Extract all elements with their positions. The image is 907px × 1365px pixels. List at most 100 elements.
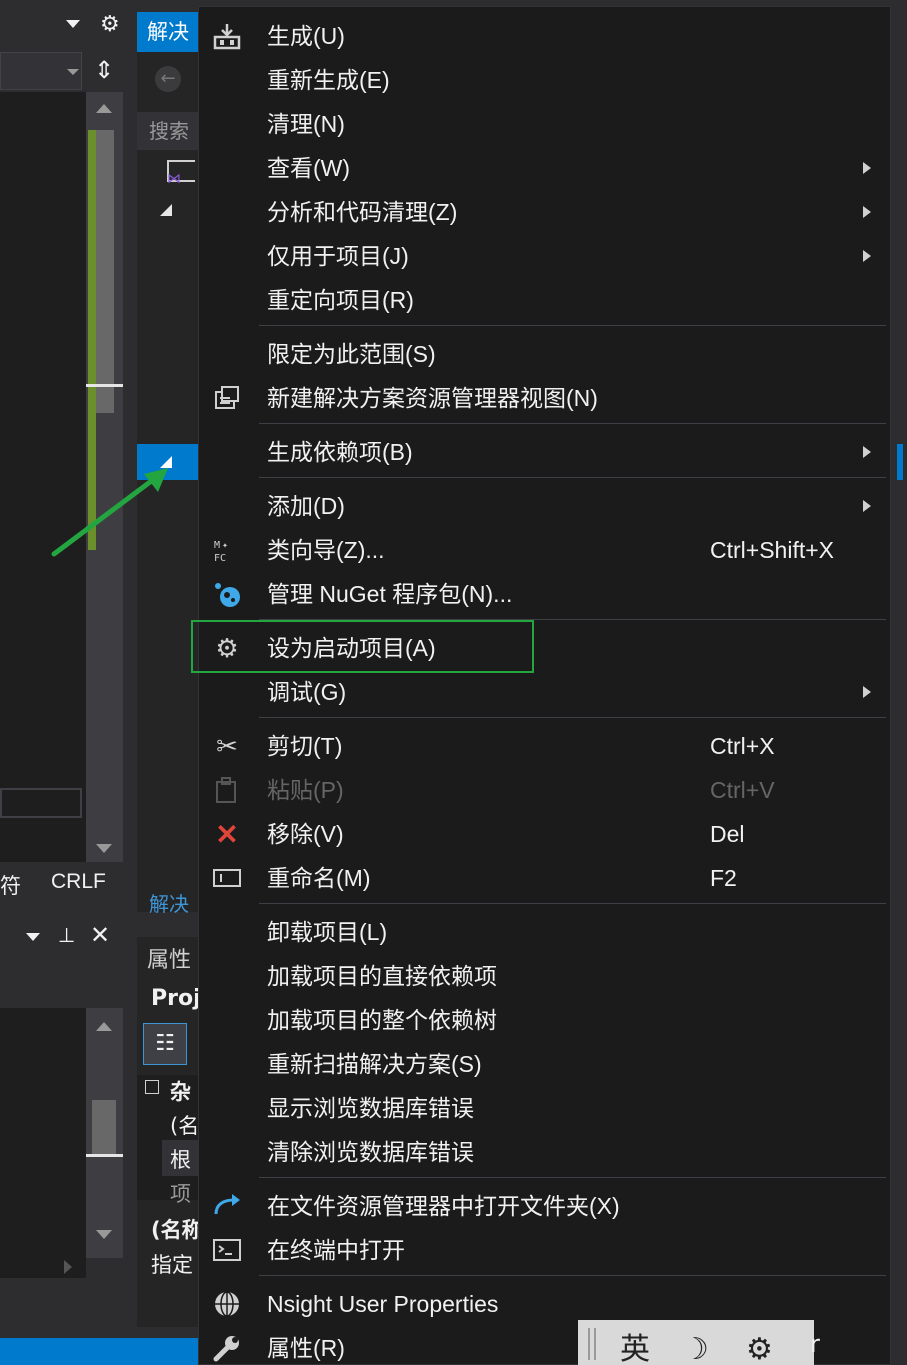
gear-icon[interactable]: ⚙	[746, 1330, 773, 1365]
solution-explorer-title: 解决	[137, 12, 199, 52]
property-row[interactable]: 根	[170, 1144, 191, 1174]
encoding-label[interactable]: 符	[0, 870, 21, 900]
menu-item-clean[interactable]: 清理(N)	[199, 102, 890, 146]
menu-item-paste[interactable]: 粘贴(P) Ctrl+V	[199, 768, 890, 812]
output-area[interactable]	[0, 1008, 86, 1278]
scroll-down-icon[interactable]	[96, 844, 112, 853]
menu-separator	[259, 903, 886, 904]
menu-item-show-browse-db-errors[interactable]: 显示浏览数据库错误	[199, 1086, 890, 1130]
menu-item-label: 分析和代码清理(Z)	[267, 199, 458, 225]
member-dropdown[interactable]	[0, 52, 82, 90]
gear-icon[interactable]: ⚙	[100, 12, 120, 37]
menu-item-load-direct-deps[interactable]: 加载项目的直接依赖项	[199, 954, 890, 998]
properties-title: 属性	[147, 948, 192, 973]
moon-icon[interactable]: ☽	[682, 1330, 709, 1365]
scroll-right-icon[interactable]	[64, 1260, 72, 1274]
output-scrollbar[interactable]	[86, 1008, 123, 1258]
ime-toolbar: 英 ☽ ⚙	[578, 1320, 814, 1365]
property-category: 杂	[170, 1080, 191, 1104]
scroll-up-icon[interactable]	[96, 104, 112, 113]
menu-separator	[259, 325, 886, 326]
menu-item-project-only[interactable]: 仅用于项目(J)	[199, 234, 890, 278]
menu-separator	[259, 1177, 886, 1178]
menu-separator	[259, 477, 886, 478]
scissors-icon: ✂	[216, 730, 238, 761]
menu-item-retarget[interactable]: 重定向项目(R)	[199, 278, 890, 322]
context-menu: 生成(U) 重新生成(E) 清理(N) 查看(W) 分析和代码清理(Z) 仅用于…	[198, 6, 891, 1365]
menu-item-clear-browse-db-errors[interactable]: 清除浏览数据库错误	[199, 1130, 890, 1174]
line-ending-label[interactable]: CRLF	[51, 870, 106, 894]
right-selection-marker	[897, 444, 903, 480]
menu-item-build[interactable]: 生成(U)	[199, 14, 890, 58]
menu-item-unload-project[interactable]: 卸载项目(L)	[199, 910, 890, 954]
menu-item-debug[interactable]: 调试(G)	[199, 670, 890, 714]
menu-item-label: 重新扫描解决方案(S)	[267, 1051, 482, 1077]
menu-item-cut[interactable]: ✂ 剪切(T) Ctrl+X	[199, 724, 890, 768]
menu-item-label: 生成(U)	[267, 23, 345, 49]
close-icon[interactable]: ✕	[90, 921, 110, 949]
solution-explorer-tab[interactable]: 解决	[137, 884, 199, 924]
menu-item-rescan-solution[interactable]: 重新扫描解决方案(S)	[199, 1042, 890, 1086]
menu-item-label: 加载项目的整个依赖树	[267, 1007, 497, 1033]
menu-item-label: 加载项目的直接依赖项	[267, 963, 497, 989]
chevron-down-icon[interactable]	[26, 933, 40, 941]
menu-item-new-explorer-view[interactable]: 新建解决方案资源管理器视图(N)	[199, 376, 890, 420]
menu-item-remove[interactable]: ✕ 移除(V) Del	[199, 812, 890, 856]
remove-icon: ✕	[215, 818, 239, 850]
scroll-up-icon[interactable]	[96, 1022, 112, 1031]
nuget-icon	[212, 580, 242, 608]
menu-item-load-dep-tree[interactable]: 加载项目的整个依赖树	[199, 998, 890, 1042]
menu-item-shortcut: Del	[710, 821, 745, 847]
menu-item-add[interactable]: 添加(D)	[199, 484, 890, 528]
class-wizard-icon: M ✦ FC	[212, 536, 242, 564]
menu-item-view[interactable]: 查看(W)	[199, 146, 890, 190]
submenu-arrow-icon	[863, 686, 871, 698]
scrollbar-thumb[interactable]	[96, 130, 114, 413]
menu-separator	[259, 717, 886, 718]
highlight-box	[191, 620, 534, 673]
chevron-down-icon[interactable]	[66, 20, 80, 28]
build-icon	[212, 22, 242, 50]
pin-icon[interactable]: ⊥	[58, 923, 75, 947]
properties-object-name[interactable]: Proj	[151, 986, 201, 1011]
back-arrow-icon[interactable]: ←	[155, 66, 181, 92]
wrench-icon	[212, 1334, 242, 1362]
submenu-arrow-icon	[863, 446, 871, 458]
menu-item-open-in-explorer[interactable]: 在文件资源管理器中打开文件夹(X)	[199, 1184, 890, 1228]
menu-item-class-wizard[interactable]: M ✦ FC 类向导(Z)... Ctrl+Shift+X	[199, 528, 890, 572]
split-icon: ⇕	[94, 56, 115, 84]
menu-item-label: 管理 NuGet 程序包(N)...	[267, 581, 513, 607]
menu-item-shortcut: Ctrl+Shift+X	[710, 537, 834, 563]
menu-item-label: 限定为此范围(S)	[267, 341, 436, 367]
menu-item-label: 新建解决方案资源管理器视图(N)	[267, 385, 598, 411]
ime-mode-label[interactable]: 英	[620, 1330, 650, 1365]
editor-status-bar: 符 CRLF	[0, 866, 123, 902]
menu-item-label: 清理(N)	[267, 111, 345, 137]
solution-search-input[interactable]: 搜索	[137, 112, 199, 150]
ide-window: ⚙ ⇕ 符 CRLF 解决 ← 搜索 ⋈ 解决 ⊥ ✕ 属性 Proj ☷ 杂 …	[0, 0, 907, 1365]
menu-item-analyze[interactable]: 分析和代码清理(Z)	[199, 190, 890, 234]
open-folder-arrow-icon	[212, 1192, 242, 1220]
editor-toolbar: ⚙	[0, 0, 137, 48]
menu-item-scope-to-this[interactable]: 限定为此范围(S)	[199, 332, 890, 376]
menu-item-label: 粘贴(P)	[267, 777, 344, 803]
rename-icon	[212, 864, 242, 892]
menu-item-manage-nuget[interactable]: 管理 NuGet 程序包(N)...	[199, 572, 890, 616]
property-row[interactable]: 项	[170, 1178, 191, 1208]
property-row[interactable]: (名	[170, 1110, 199, 1140]
ime-grip[interactable]	[588, 1328, 590, 1360]
menu-item-rebuild[interactable]: 重新生成(E)	[199, 58, 890, 102]
menu-item-rename[interactable]: 重命名(M) F2	[199, 856, 890, 900]
collapse-icon[interactable]	[145, 1080, 159, 1094]
submenu-arrow-icon	[863, 206, 871, 218]
menu-item-label: 调试(G)	[267, 679, 347, 705]
ime-grip[interactable]	[594, 1328, 596, 1360]
find-field[interactable]	[0, 788, 82, 818]
split-button[interactable]: ⇕	[86, 52, 123, 92]
categorized-view-icon[interactable]: ☷	[143, 1023, 187, 1065]
scrollbar-thumb[interactable]	[92, 1100, 116, 1156]
expand-arrow-icon[interactable]	[160, 204, 172, 216]
menu-item-open-in-terminal[interactable]: 在终端中打开	[199, 1228, 890, 1272]
menu-item-build-dependencies[interactable]: 生成依赖项(B)	[199, 430, 890, 474]
scroll-down-icon[interactable]	[96, 1230, 112, 1239]
